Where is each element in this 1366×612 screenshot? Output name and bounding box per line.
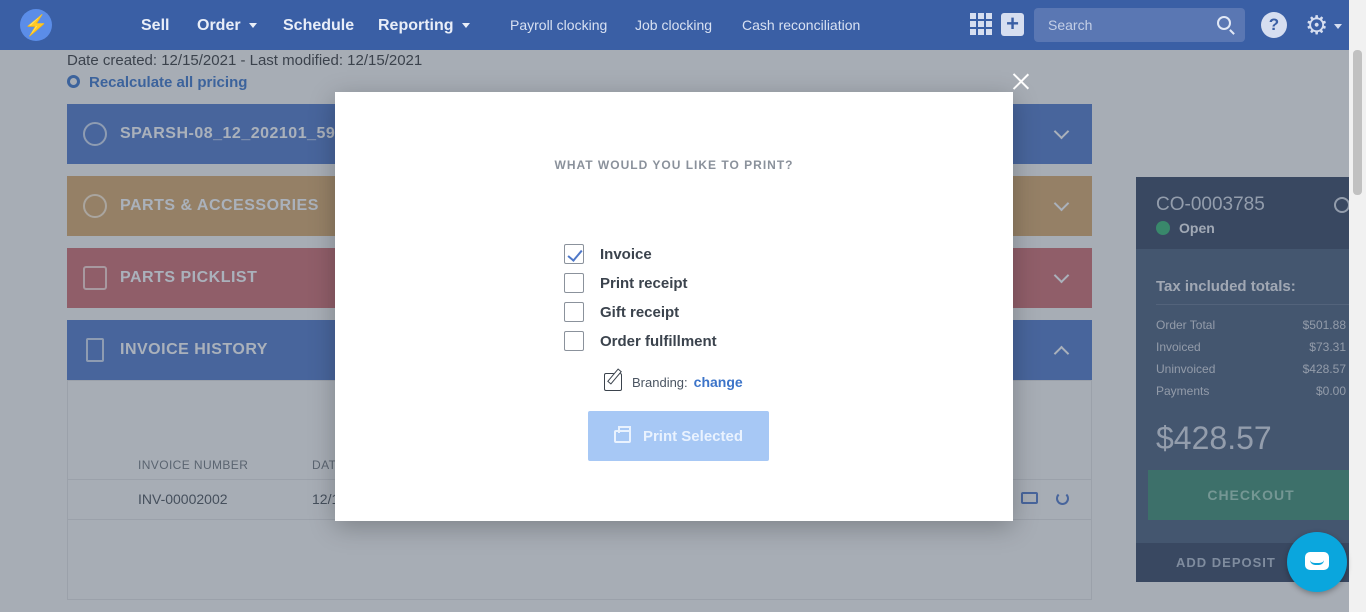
printer-icon xyxy=(613,425,631,443)
edit-icon xyxy=(604,373,622,391)
checkbox-gift-receipt[interactable] xyxy=(564,302,584,322)
chat-icon xyxy=(1305,552,1329,570)
close-icon[interactable] xyxy=(1012,73,1029,90)
nav-sell-label: Sell xyxy=(141,17,170,34)
nav-cash-reconciliation[interactable]: Cash reconciliation xyxy=(742,17,860,33)
option-label: Invoice xyxy=(600,245,652,263)
branding-change-link[interactable]: change xyxy=(694,374,743,390)
checkbox-invoice[interactable] xyxy=(564,244,584,264)
checkbox-order-fulfillment[interactable] xyxy=(564,331,584,351)
dialog-title: WHAT WOULD YOU LIKE TO PRINT? xyxy=(554,158,794,172)
print-button-label: Print Selected xyxy=(642,427,744,445)
search-input[interactable] xyxy=(1048,17,1208,33)
chevron-down-icon xyxy=(248,23,257,29)
branding-row: Branding: change xyxy=(604,373,743,391)
scrollbar-thumb[interactable] xyxy=(1353,50,1362,195)
nav-job-clocking[interactable]: Job clocking xyxy=(635,17,712,33)
nav-order[interactable]: Order xyxy=(197,17,257,35)
search-icon[interactable] xyxy=(1217,16,1231,30)
print-option-order-fulfillment[interactable]: Order fulfillment xyxy=(564,331,717,351)
print-selected-button[interactable]: Print Selected xyxy=(588,411,769,461)
nav-payroll-clocking[interactable]: Payroll clocking xyxy=(510,17,607,33)
print-option-receipt[interactable]: Print receipt xyxy=(564,273,688,293)
branding-label: Branding: xyxy=(632,374,688,390)
nav-schedule[interactable]: Schedule xyxy=(283,17,354,35)
option-label: Gift receipt xyxy=(600,303,680,321)
gear-icon[interactable]: ⚙ xyxy=(1305,11,1328,39)
print-dialog: WHAT WOULD YOU LIKE TO PRINT? Invoice Pr… xyxy=(335,92,1013,521)
nav-schedule-label: Schedule xyxy=(283,17,355,34)
nav-sell[interactable]: Sell xyxy=(141,17,169,35)
print-option-gift-receipt[interactable]: Gift receipt xyxy=(564,302,679,322)
nav-reporting-label: Reporting xyxy=(378,17,454,34)
plus-icon[interactable]: + xyxy=(1001,13,1024,36)
help-icon[interactable]: ? xyxy=(1261,12,1287,38)
option-label: Print receipt xyxy=(600,274,688,292)
logo-bolt-icon[interactable]: ⚡ xyxy=(20,9,52,41)
checkbox-print-receipt[interactable] xyxy=(564,273,584,293)
apps-grid-icon[interactable] xyxy=(970,13,992,35)
chat-launcher-button[interactable] xyxy=(1287,532,1347,592)
nav-reporting[interactable]: Reporting xyxy=(378,17,470,35)
chevron-down-icon xyxy=(461,23,470,29)
search-box xyxy=(1034,8,1245,42)
print-option-invoice[interactable]: Invoice xyxy=(564,244,652,264)
nav-order-label: Order xyxy=(197,17,241,34)
chevron-down-icon xyxy=(1334,24,1342,29)
option-label: Order fulfillment xyxy=(600,332,717,350)
page-scrollbar[interactable] xyxy=(1349,0,1366,612)
top-navigation-bar: ⚡ Sell Order Schedule Reporting Payroll … xyxy=(0,0,1366,50)
